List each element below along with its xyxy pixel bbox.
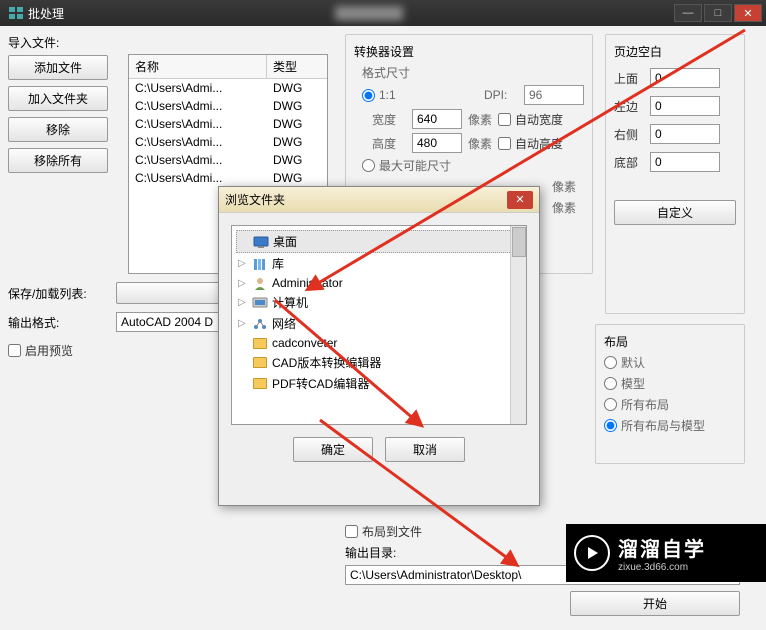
- margins-title: 页边空白: [614, 43, 736, 60]
- layout-all-model[interactable]: 所有布局与模型: [604, 417, 705, 434]
- save-load-label: 保存/加载列表:: [8, 285, 108, 302]
- tree-item[interactable]: ▷库: [236, 253, 522, 274]
- lib-icon: [252, 257, 268, 271]
- output-format-label: 输出格式:: [8, 314, 108, 331]
- layout-group: 布局 默认 模型 所有布局 所有布局与模型: [595, 324, 745, 464]
- tree-item[interactable]: 桌面: [236, 230, 522, 253]
- remove-all-button[interactable]: 移除所有: [8, 148, 108, 173]
- folder-tree[interactable]: 桌面▷库▷Administrator▷计算机▷网络cadconveterCAD版…: [231, 225, 527, 425]
- layout-to-file-checkbox[interactable]: 布局到文件: [345, 523, 422, 540]
- width-label: 宽度: [372, 111, 406, 128]
- desktop-icon: [253, 235, 269, 249]
- network-icon: [252, 317, 268, 331]
- col-name[interactable]: 名称: [129, 55, 267, 78]
- table-row[interactable]: C:\Users\Admi...DWG: [129, 169, 327, 187]
- tree-scrollbar[interactable]: [510, 226, 526, 424]
- height-label: 高度: [372, 135, 406, 152]
- play-icon: [574, 535, 610, 571]
- titlebar: 批处理 ████████ — □ ✕: [0, 0, 766, 26]
- col-type[interactable]: 类型: [267, 55, 327, 78]
- size-label: 格式尺寸: [362, 64, 584, 81]
- margins-group: 页边空白 上面0 左边0 右侧0 底部0 自定义: [605, 34, 745, 314]
- dpi-select[interactable]: 96: [524, 85, 584, 105]
- maximize-button[interactable]: □: [704, 4, 732, 22]
- window-title: 批处理: [28, 5, 64, 22]
- cancel-button[interactable]: 取消: [385, 437, 465, 462]
- layout-model[interactable]: 模型: [604, 375, 645, 392]
- table-row[interactable]: C:\Users\Admi...DWG: [129, 133, 327, 151]
- auto-width-checkbox[interactable]: 自动宽度: [498, 111, 563, 128]
- table-row[interactable]: C:\Users\Admi...DWG: [129, 151, 327, 169]
- folder-icon: [252, 356, 268, 370]
- remove-button[interactable]: 移除: [8, 117, 108, 142]
- user-icon: [252, 276, 268, 290]
- tree-item[interactable]: ▷Administrator: [236, 274, 522, 292]
- tree-item[interactable]: PDF转CAD编辑器: [236, 373, 522, 394]
- layout-all[interactable]: 所有布局: [604, 396, 669, 413]
- layout-default[interactable]: 默认: [604, 354, 645, 371]
- margin-bottom-input[interactable]: 0: [650, 152, 720, 172]
- table-row[interactable]: C:\Users\Admi...DWG: [129, 79, 327, 97]
- tree-item[interactable]: ▷计算机: [236, 292, 522, 313]
- width-input[interactable]: 640: [412, 109, 462, 129]
- tree-item[interactable]: CAD版本转换编辑器: [236, 352, 522, 373]
- ok-button[interactable]: 确定: [293, 437, 373, 462]
- margin-left-input[interactable]: 0: [650, 96, 720, 116]
- dpi-label: DPI:: [484, 88, 518, 102]
- table-row[interactable]: C:\Users\Admi...DWG: [129, 97, 327, 115]
- folder-icon: [252, 377, 268, 391]
- enable-preview-checkbox[interactable]: 启用预览: [8, 342, 73, 359]
- layout-title: 布局: [604, 333, 736, 350]
- add-file-button[interactable]: 添加文件: [8, 55, 108, 80]
- folder-icon: [252, 336, 268, 350]
- add-folder-button[interactable]: 加入文件夹: [8, 86, 108, 111]
- margin-right-input[interactable]: 0: [650, 124, 720, 144]
- tree-item[interactable]: cadconveter: [236, 334, 522, 352]
- watermark: 溜溜自学 zixue.3d66.com: [566, 524, 766, 582]
- margin-top-input[interactable]: 0: [650, 68, 720, 88]
- auto-height-checkbox[interactable]: 自动高度: [498, 135, 563, 152]
- app-icon: [8, 6, 24, 20]
- ratio-radio[interactable]: 1:1: [362, 88, 396, 102]
- minimize-button[interactable]: —: [674, 4, 702, 22]
- height-input[interactable]: 480: [412, 133, 462, 153]
- computer-icon: [252, 296, 268, 310]
- dialog-close-button[interactable]: ✕: [507, 191, 533, 209]
- dialog-title: 浏览文件夹: [225, 191, 507, 208]
- table-row[interactable]: C:\Users\Admi...DWG: [129, 115, 327, 133]
- tree-item[interactable]: ▷网络: [236, 313, 522, 334]
- custom-margin-button[interactable]: 自定义: [614, 200, 736, 225]
- converter-title: 转换器设置: [354, 43, 584, 60]
- start-button[interactable]: 开始: [570, 591, 740, 616]
- import-label: 导入文件:: [8, 34, 338, 51]
- max-dim-radio[interactable]: 最大可能尺寸: [362, 157, 451, 174]
- close-button[interactable]: ✕: [734, 4, 762, 22]
- browse-folder-dialog: 浏览文件夹 ✕ 桌面▷库▷Administrator▷计算机▷网络cadconv…: [218, 186, 540, 506]
- blurred-title: ████████: [64, 6, 674, 20]
